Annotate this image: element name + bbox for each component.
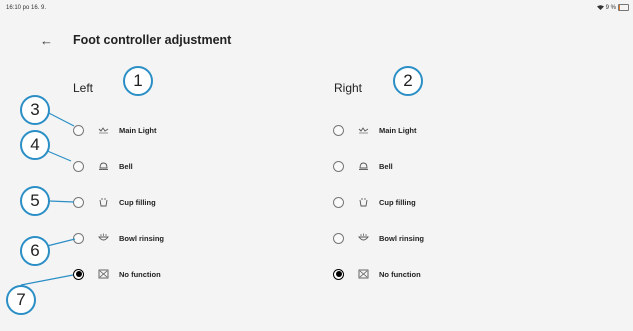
callout-6: 6 — [20, 236, 50, 266]
callout-5: 5 — [20, 186, 50, 216]
callout-3: 3 — [20, 95, 50, 125]
callout-7: 7 — [6, 285, 36, 315]
callout-1: 1 — [123, 66, 153, 96]
callout-4: 4 — [20, 130, 50, 160]
callout-leaders — [20, 109, 76, 286]
callout-2: 2 — [393, 66, 423, 96]
